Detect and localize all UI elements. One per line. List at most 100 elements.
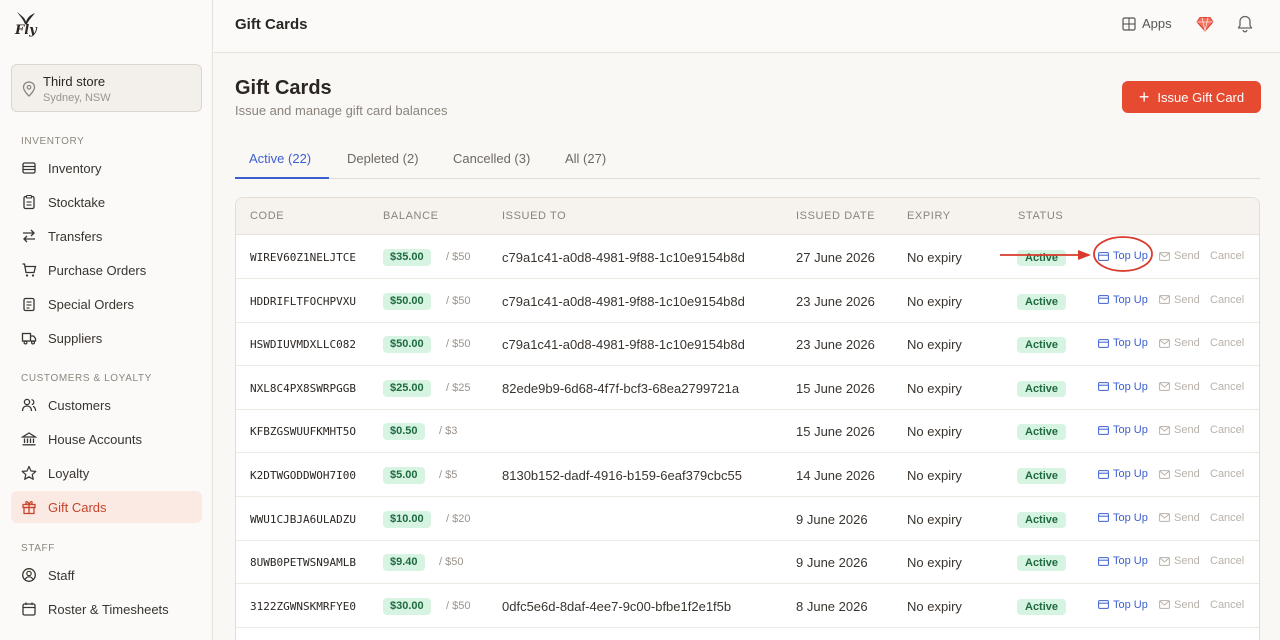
- sidebar-item-special-orders[interactable]: Special Orders: [11, 288, 202, 320]
- balance-badge: $9.40: [383, 554, 425, 572]
- gift-card-code: WWU1CJBJA6ULADZU: [250, 512, 356, 526]
- send-button[interactable]: Send: [1159, 337, 1200, 349]
- original-value: / $25: [446, 381, 471, 394]
- send-button[interactable]: Send: [1159, 512, 1200, 524]
- cancel-button[interactable]: Cancel: [1210, 294, 1244, 306]
- cancel-button[interactable]: Cancel: [1210, 250, 1244, 262]
- cancel-button[interactable]: Cancel: [1210, 424, 1244, 436]
- tab-label: Active (22): [249, 151, 312, 166]
- sidebar-item-staff[interactable]: Staff: [11, 559, 202, 591]
- tab-depleted[interactable]: Depleted (2): [347, 140, 419, 179]
- cancel-button[interactable]: Cancel: [1210, 599, 1244, 611]
- sidebar-item-loyalty[interactable]: Loyalty: [11, 457, 202, 489]
- card-icon: [1098, 600, 1109, 610]
- send-label: Send: [1174, 424, 1200, 437]
- tab-active[interactable]: Active (22): [235, 140, 329, 179]
- table-row[interactable]: HSWDIUVMDXLLC082 $50.00 / $50 c79a1c41-a0d8…: [236, 322, 1259, 367]
- table-row[interactable]: WIREV60Z1NELJTCE $35.00 / $50 c79a1c41-a0d8…: [236, 235, 1259, 279]
- send-button[interactable]: Send: [1159, 424, 1200, 436]
- original-value: / $5: [439, 469, 458, 481]
- store-location: Sydney, NSW: [43, 92, 111, 104]
- bell-icon[interactable]: [1236, 14, 1254, 34]
- send-button[interactable]: Send: [1159, 381, 1200, 393]
- status-badge: Active: [1017, 380, 1067, 397]
- sidebar-item-house-accounts[interactable]: House Accounts: [11, 423, 202, 455]
- tab-label: Depleted (2): [347, 151, 419, 166]
- section-staff: STAFF: [21, 543, 55, 554]
- top-up-button[interactable]: Top Up: [1098, 250, 1148, 262]
- table-row[interactable]: HDDRIFLTFOCHPVXU $50.00 / $50 c79a1c41-a0d8…: [236, 279, 1259, 323]
- table-row[interactable]: WWU1CJBJA6ULADZU $10.00 / $20 9 June 2026 No…: [236, 497, 1259, 541]
- clipboard-list-icon: [23, 297, 35, 312]
- table-row[interactable]: NXL8C4PX8SWRPGGB $25.00 / $25 82ede9b9-6d68…: [236, 366, 1259, 410]
- tab-all[interactable]: All (27): [565, 140, 606, 179]
- top-up-button[interactable]: Top Up: [1098, 337, 1148, 349]
- cancel-button[interactable]: Cancel: [1210, 381, 1244, 393]
- mail-icon: [1159, 382, 1170, 392]
- mail-icon: [1159, 425, 1170, 435]
- issued-to: c79a1c41-a0d8-4981-9f88-1c10e9154b8d: [502, 337, 745, 353]
- issue-gift-card-label: Issue Gift Card: [1157, 89, 1245, 105]
- issued-to: 82ede9b9-6d68-4f7f-bcf3-68ea2799721a: [502, 380, 740, 396]
- sidebar-item-customers[interactable]: Customers: [11, 389, 202, 421]
- top-up-label: Top Up: [1113, 598, 1148, 611]
- expiry: No expiry: [907, 250, 962, 265]
- top-up-label: Top Up: [1113, 380, 1148, 393]
- tab-label: All (27): [565, 151, 607, 166]
- tab-label: Cancelled (3): [453, 151, 531, 166]
- sidebar-item-roster-timesheets[interactable]: Roster & Timesheets: [11, 593, 202, 625]
- cancel-button[interactable]: Cancel: [1210, 512, 1244, 524]
- mail-icon: [1159, 251, 1170, 261]
- cancel-button[interactable]: Cancel: [1210, 468, 1244, 480]
- top-up-button[interactable]: Top Up: [1098, 294, 1148, 306]
- top-up-button[interactable]: Top Up: [1098, 599, 1148, 611]
- table-row[interactable]: 3122ZGWNSKMRFYE0 $30.00 / $50 0dfc5e6d-8daf…: [236, 584, 1259, 628]
- send-button[interactable]: Send: [1159, 555, 1200, 567]
- sidebar-item-gift-cards[interactable]: Gift Cards: [11, 491, 202, 523]
- top-up-button[interactable]: Top Up: [1098, 512, 1148, 524]
- apps-button[interactable]: Apps: [1122, 16, 1172, 31]
- sidebar-item-purchase-orders[interactable]: Purchase Orders: [11, 254, 202, 286]
- bank-icon: [21, 432, 37, 446]
- gift-card-code: K2DTWGODDWOH7I00: [250, 469, 356, 482]
- tab-cancelled[interactable]: Cancelled (3): [453, 140, 530, 179]
- status-badge: Active: [1017, 555, 1067, 572]
- table-row[interactable]: 8UWB0PETWSN9AMLB $9.40 / $50 9 June 2026 No …: [236, 540, 1259, 585]
- top-up-button[interactable]: Top Up: [1098, 555, 1148, 567]
- sidebar-item-label: Staff: [48, 567, 75, 583]
- top-bar: Gift Cards Apps: [214, 0, 1280, 53]
- gift-card-code: 8UWB0PETWSN9AMLB: [250, 556, 356, 570]
- status-badge: Active: [1017, 337, 1067, 354]
- cancel-button[interactable]: Cancel: [1210, 555, 1244, 567]
- send-button[interactable]: Send: [1159, 294, 1200, 306]
- issued-date: 27 June 2026: [796, 250, 875, 265]
- top-up-button[interactable]: Top Up: [1098, 468, 1148, 480]
- status-badge: Active: [1017, 424, 1067, 441]
- top-up-button[interactable]: Top Up: [1098, 424, 1148, 436]
- top-up-label: Top Up: [1113, 468, 1148, 480]
- sidebar-item-transfers[interactable]: Transfers: [11, 220, 202, 252]
- issue-gift-card-button[interactable]: + Issue Gift Card: [1122, 81, 1261, 113]
- box-icon: [22, 162, 36, 174]
- table-row[interactable]: K2DTWGODDWOH7I00 $5.00 / $5 8130b152-dadf-4…: [236, 453, 1259, 497]
- balance-badge: $0.50: [383, 423, 425, 441]
- sidebar-item-stocktake[interactable]: Stocktake: [11, 186, 202, 218]
- table-row[interactable]: KFBZGSWUUFKMHT5O $0.50 / $3 15 June 2026 No …: [236, 409, 1259, 454]
- mail-icon: [1159, 600, 1170, 610]
- send-button[interactable]: Send: [1159, 599, 1200, 611]
- send-label: Send: [1174, 555, 1200, 568]
- gem-icon[interactable]: [1196, 15, 1214, 33]
- section-inventory: INVENTORY: [21, 136, 85, 147]
- send-label: Send: [1174, 293, 1200, 306]
- cancel-button[interactable]: Cancel: [1210, 337, 1244, 349]
- send-label: Send: [1174, 511, 1200, 524]
- star-icon: [21, 465, 37, 480]
- sidebar-item-inventory[interactable]: Inventory: [11, 152, 202, 184]
- top-up-button[interactable]: Top Up: [1098, 381, 1148, 393]
- store-selector[interactable]: Third store Sydney, NSW: [11, 64, 202, 112]
- sidebar-item-suppliers[interactable]: Suppliers: [11, 322, 202, 354]
- cancel-label: Cancel: [1210, 511, 1245, 524]
- send-button[interactable]: Send: [1159, 468, 1200, 480]
- truck-icon: [21, 332, 37, 345]
- send-button[interactable]: Send: [1159, 250, 1200, 262]
